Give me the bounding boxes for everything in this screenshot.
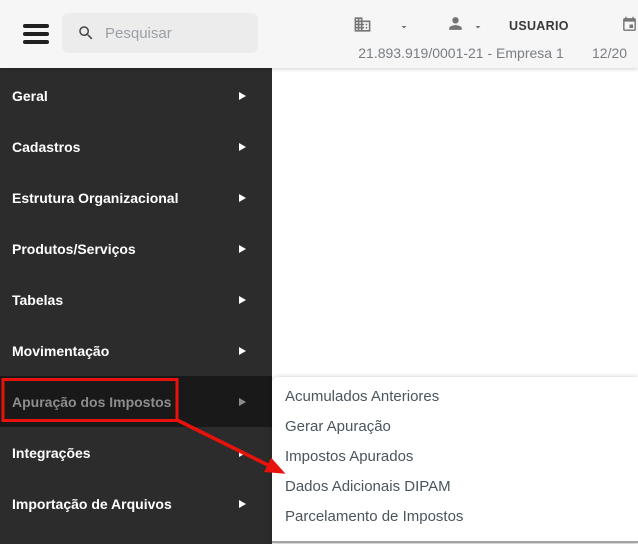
sidebar-item-movimentacao[interactable]: Movimentação — [0, 325, 272, 376]
submenu-item-impostos-apurados[interactable]: Impostos Apurados — [272, 442, 638, 472]
chevron-right-icon — [239, 296, 246, 304]
person-icon[interactable] — [446, 14, 465, 33]
search-box[interactable] — [62, 13, 258, 53]
submenu-apuracao-dos-impostos: Acumulados Anteriores Gerar Apuração Imp… — [272, 377, 638, 543]
sidebar-item-label: Produtos/Serviços — [12, 241, 136, 257]
chevron-right-icon — [239, 449, 246, 457]
calendar-icon[interactable] — [621, 16, 638, 33]
hamburger-menu-button[interactable] — [23, 24, 49, 44]
sidebar-item-label: Apuração dos Impostos — [12, 394, 171, 410]
sidebar-item-label: Tabelas — [12, 292, 63, 308]
submenu-item-dados-adicionais-dipam[interactable]: Dados Adicionais DIPAM — [272, 472, 638, 502]
user-label: USUARIO — [509, 19, 569, 33]
submenu-item-gerar-apuracao[interactable]: Gerar Apuração — [272, 412, 638, 442]
search-input[interactable] — [103, 24, 247, 43]
submenu-item-parcelamento-de-impostos[interactable]: Parcelamento de Impostos — [272, 502, 638, 532]
period-label: 12/20 — [592, 45, 627, 61]
topbar: USUARIO 21.893.919/0001-21 - Empresa 1 1… — [0, 0, 638, 68]
sidebar-item-label: Integrações — [12, 445, 91, 461]
sidebar-item-apuracao-dos-impostos[interactable]: Apuração dos Impostos — [0, 376, 272, 427]
sidebar-item-label: Estrutura Organizacional — [12, 190, 178, 206]
caret-down-icon[interactable] — [472, 21, 484, 33]
sidebar-item-label: Geral — [12, 88, 48, 104]
chevron-right-icon — [239, 245, 246, 253]
sidebar-item-produtos-servicos[interactable]: Produtos/Serviços — [0, 223, 272, 274]
sidebar-item-label: Cadastros — [12, 139, 80, 155]
sidebar-item-cadastros[interactable]: Cadastros — [0, 121, 272, 172]
company-label: 21.893.919/0001-21 - Empresa 1 — [352, 45, 570, 61]
submenu-item-acumulados-anteriores[interactable]: Acumulados Anteriores — [272, 382, 638, 412]
hamburger-icon — [23, 24, 49, 28]
chevron-right-icon — [239, 143, 246, 151]
chevron-right-icon — [239, 194, 246, 202]
sidebar-item-importacao-de-arquivos[interactable]: Importação de Arquivos — [0, 478, 272, 529]
sidebar-item-integracoes[interactable]: Integrações — [0, 427, 272, 478]
sidebar-item-tabelas[interactable]: Tabelas — [0, 274, 272, 325]
caret-down-icon[interactable] — [398, 21, 410, 33]
search-icon — [77, 24, 95, 42]
chevron-right-icon — [239, 398, 246, 406]
sidebar-item-geral[interactable]: Geral — [0, 70, 272, 121]
sidebar-item-label: Movimentação — [12, 343, 109, 359]
chevron-right-icon — [239, 92, 246, 100]
sidebar-item-label: Importação de Arquivos — [12, 496, 172, 512]
chevron-right-icon — [239, 347, 246, 355]
building-icon[interactable] — [353, 15, 372, 34]
hamburger-icon — [23, 40, 49, 44]
sidebar-item-estrutura-organizacional[interactable]: Estrutura Organizacional — [0, 172, 272, 223]
chevron-right-icon — [239, 500, 246, 508]
sidebar-menu: Geral Cadastros Estrutura Organizacional… — [0, 68, 272, 544]
hamburger-icon — [23, 32, 49, 36]
